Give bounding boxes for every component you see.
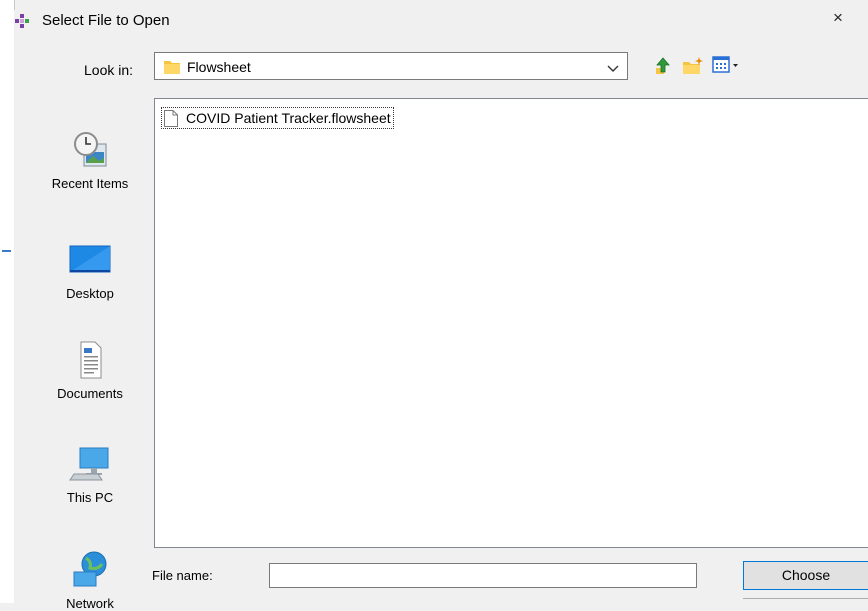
look-in-value: Flowsheet <box>187 59 251 75</box>
choose-button[interactable]: Choose <box>743 561 868 590</box>
place-network[interactable]: Network <box>30 550 150 611</box>
divider <box>743 598 868 599</box>
folder-icon <box>164 59 180 77</box>
documents-icon <box>68 340 112 380</box>
network-icon <box>68 550 112 590</box>
chevron-down-icon[interactable] <box>607 61 619 76</box>
look-in-label: Look in: <box>84 62 134 78</box>
place-desktop[interactable]: Desktop <box>30 240 150 301</box>
list-item[interactable]: COVID Patient Tracker.flowsheet <box>161 107 394 129</box>
view-menu-icon[interactable] <box>712 56 740 77</box>
place-recent-items[interactable]: Recent Items <box>30 130 150 191</box>
places-bar: Recent Items Desktop Documents This PC N… <box>30 98 154 611</box>
background-app-strip <box>0 0 15 603</box>
place-label: This PC <box>66 490 114 505</box>
place-label: Desktop <box>66 286 114 301</box>
file-name-label: File name: <box>152 568 213 583</box>
place-label: Network <box>66 596 114 611</box>
recent-items-icon <box>68 130 112 170</box>
place-this-pc[interactable]: This PC <box>30 444 150 505</box>
this-pc-icon <box>68 444 112 484</box>
app-icon <box>14 13 30 32</box>
close-button[interactable]: × <box>833 8 843 28</box>
up-one-level-icon[interactable] <box>654 56 672 79</box>
background-mark <box>2 250 11 252</box>
file-list[interactable]: COVID Patient Tracker.flowsheet <box>154 98 868 548</box>
new-folder-icon[interactable] <box>682 56 704 79</box>
file-name: COVID Patient Tracker.flowsheet <box>186 110 391 126</box>
place-documents[interactable]: Documents <box>30 340 150 401</box>
dialog-title: Select File to Open <box>42 12 170 29</box>
file-icon <box>164 109 178 127</box>
file-name-input[interactable] <box>269 563 697 588</box>
look-in-dropdown[interactable]: Flowsheet <box>154 52 628 80</box>
place-label: Recent Items <box>51 176 129 191</box>
desktop-icon <box>68 240 112 280</box>
place-label: Documents <box>57 386 123 401</box>
